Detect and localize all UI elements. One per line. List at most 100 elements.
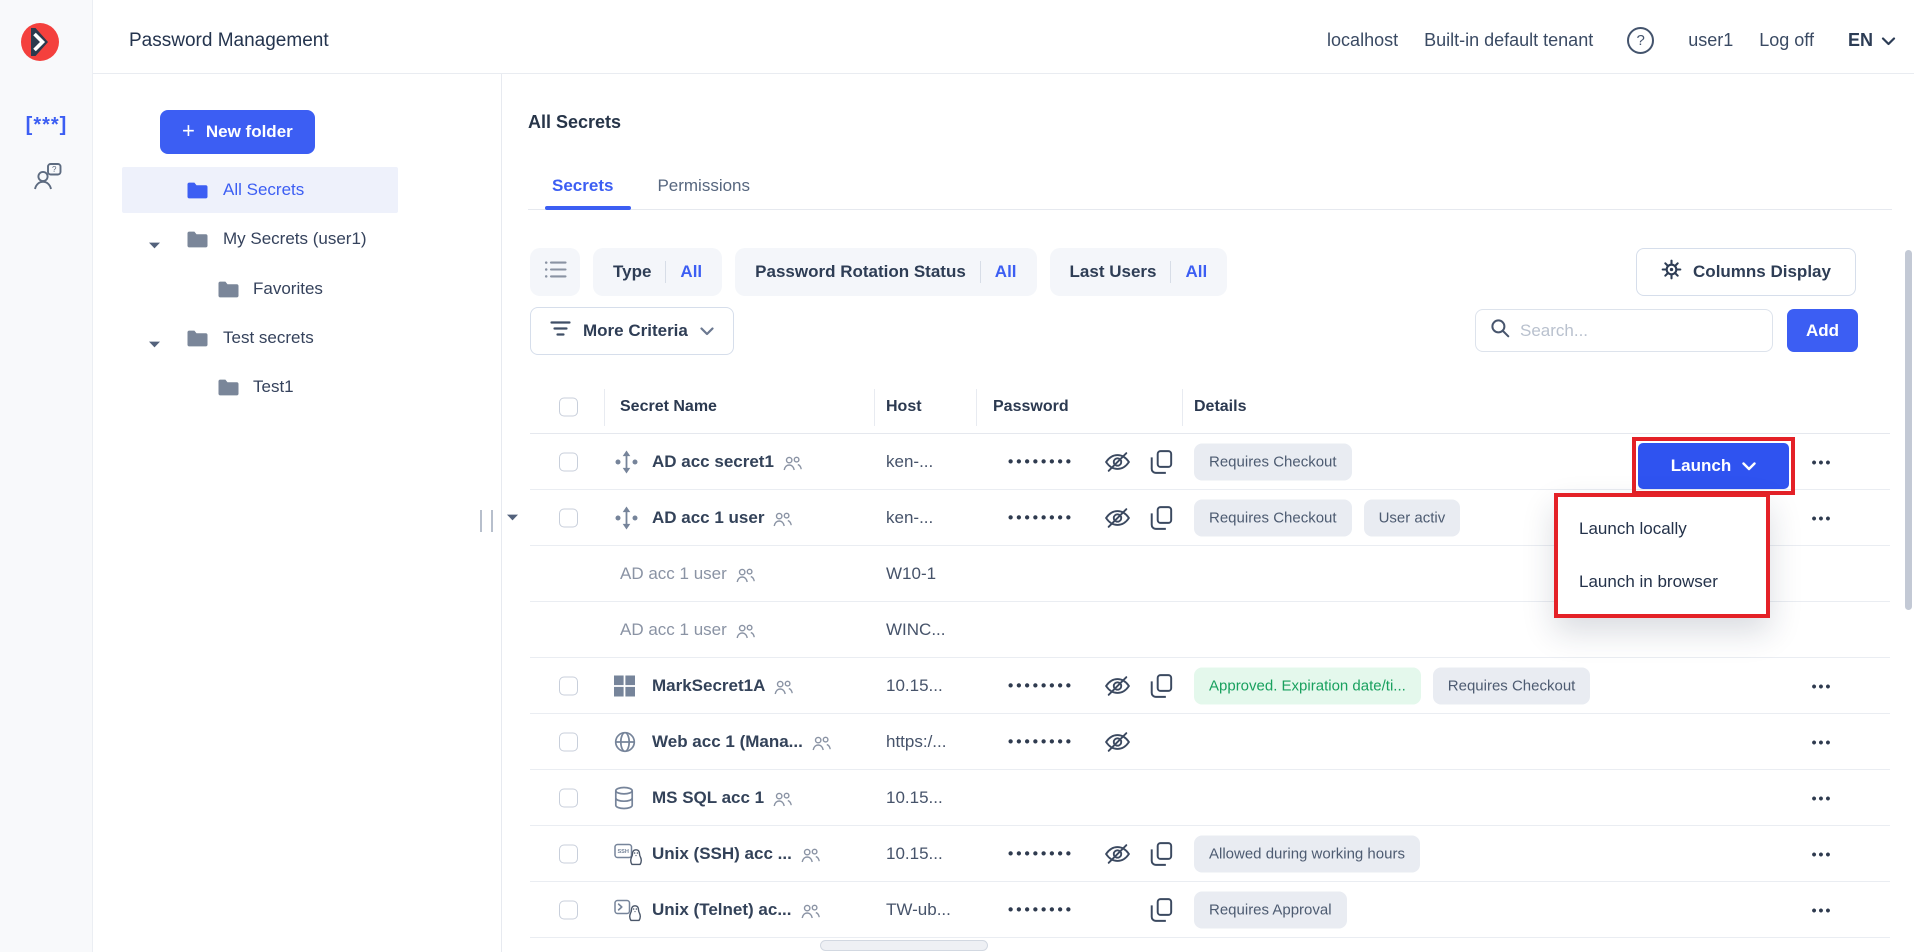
- copy-icon[interactable]: [1150, 842, 1173, 867]
- folder-label: Favorites: [253, 279, 323, 299]
- filter-chip-label: Type: [613, 262, 651, 282]
- eye-slash-icon[interactable]: [1104, 507, 1131, 530]
- column-header-host[interactable]: Host: [886, 398, 922, 416]
- add-secret-button[interactable]: Add: [1787, 309, 1858, 352]
- vertical-scrollbar-thumb[interactable]: [1905, 250, 1912, 610]
- row-expand-caret-icon[interactable]: [506, 509, 519, 527]
- eye-slash-icon[interactable]: [1104, 451, 1131, 474]
- column-divider: [976, 389, 977, 426]
- folder-item-test-secrets[interactable]: Test secrets: [122, 315, 398, 361]
- help-icon[interactable]: ?: [1627, 27, 1654, 54]
- chip-divider: [665, 261, 666, 283]
- secret-name[interactable]: Unix (Telnet) ac...: [652, 900, 792, 920]
- folder-item-test1[interactable]: Test1: [122, 364, 398, 410]
- filter-chip-value[interactable]: All: [680, 262, 702, 282]
- language-selector[interactable]: EN: [1848, 30, 1896, 51]
- row-actions-ellipsis[interactable]: •••: [1796, 734, 1848, 750]
- filter-chip-last-users[interactable]: Last Users All: [1050, 248, 1228, 296]
- shared-users-icon: [812, 736, 831, 751]
- copy-icon[interactable]: [1150, 898, 1173, 923]
- status-badge: User activ: [1364, 500, 1461, 537]
- secret-name[interactable]: MarkSecret1A: [652, 676, 765, 696]
- row-checkbox[interactable]: [559, 789, 578, 808]
- secret-name[interactable]: AD acc 1 user: [620, 564, 727, 584]
- column-header-secret-name[interactable]: Secret Name: [620, 398, 717, 416]
- copy-icon[interactable]: [1150, 674, 1173, 699]
- eye-slash-icon[interactable]: [1104, 843, 1131, 866]
- row-checkbox[interactable]: [559, 901, 578, 920]
- row-checkbox[interactable]: [559, 509, 578, 528]
- row-actions-ellipsis[interactable]: •••: [1796, 454, 1848, 470]
- password-mask: ••••••••: [1008, 846, 1074, 863]
- more-criteria-button[interactable]: More Criteria: [530, 307, 734, 355]
- host-value: https:/...: [886, 732, 946, 752]
- logoff-link[interactable]: Log off: [1759, 30, 1814, 51]
- secret-name[interactable]: MS SQL acc 1: [652, 788, 764, 808]
- column-header-password[interactable]: Password: [993, 398, 1069, 416]
- row-actions-ellipsis[interactable]: •••: [1796, 510, 1848, 526]
- horizontal-scrollbar-thumb[interactable]: [820, 940, 988, 951]
- folder-item-all-secrets[interactable]: All Secrets: [122, 167, 398, 213]
- launch-menu-item-launch-locally[interactable]: Launch locally: [1558, 502, 1766, 555]
- table-row: MS SQL acc 1 10.15... •••: [502, 770, 1890, 826]
- launch-button[interactable]: Launch: [1638, 443, 1789, 489]
- windows-icon: [614, 676, 635, 697]
- current-user[interactable]: user1: [1688, 30, 1733, 51]
- host-value: TW-ub...: [886, 900, 951, 920]
- filter-chip-type[interactable]: Type All: [593, 248, 722, 296]
- row-actions-ellipsis[interactable]: •••: [1796, 846, 1848, 862]
- select-all-checkbox[interactable]: [559, 398, 578, 417]
- row-checkbox[interactable]: [559, 733, 578, 752]
- new-folder-button[interactable]: + New folder: [160, 110, 315, 154]
- secret-name[interactable]: AD acc secret1: [652, 452, 774, 472]
- shared-users-icon: [773, 512, 792, 527]
- copy-icon[interactable]: [1150, 450, 1173, 475]
- web-icon: [614, 731, 636, 753]
- server-name: localhost: [1327, 30, 1398, 51]
- column-divider: [604, 389, 605, 426]
- launch-menu-item-launch-in-browser[interactable]: Launch in browser: [1558, 555, 1766, 608]
- caret-down-icon[interactable]: [148, 235, 161, 255]
- row-actions-ellipsis[interactable]: •••: [1796, 902, 1848, 918]
- password-vault-nav-icon[interactable]: [***]: [0, 114, 93, 137]
- list-view-toggle-button[interactable]: [530, 248, 580, 296]
- folder-item-favorites[interactable]: Favorites: [122, 266, 398, 312]
- filter-chip-value[interactable]: All: [1185, 262, 1207, 282]
- host-value: ken-...: [886, 508, 933, 528]
- status-badge: Requires Checkout: [1194, 444, 1352, 481]
- filter-chip-label: Last Users: [1070, 262, 1157, 282]
- tab-permissions[interactable]: Permissions: [657, 176, 750, 196]
- column-header-details[interactable]: Details: [1194, 398, 1246, 416]
- table-header: Secret Name Host Password Details: [530, 381, 1890, 434]
- eye-slash-icon[interactable]: [1104, 675, 1131, 698]
- status-badge: Allowed during working hours: [1194, 836, 1420, 873]
- row-actions-ellipsis[interactable]: •••: [1796, 678, 1848, 694]
- ad-icon: [614, 506, 639, 531]
- mssql-icon: [614, 787, 634, 810]
- chevron-down-icon: [700, 321, 714, 341]
- filter-chip-password-rotation-status[interactable]: Password Rotation Status All: [735, 248, 1036, 296]
- row-checkbox[interactable]: [559, 845, 578, 864]
- secret-name[interactable]: Web acc 1 (Mana...: [652, 732, 803, 752]
- tab-secrets[interactable]: Secrets: [552, 176, 613, 196]
- secret-name[interactable]: AD acc 1 user: [620, 620, 727, 640]
- list-view-icon: [544, 260, 567, 284]
- search-input[interactable]: [1520, 321, 1758, 341]
- user-inquiry-nav-icon[interactable]: ?: [0, 162, 93, 192]
- table-row: SSH Unix (SSH) acc ... 10.15... ••••••••…: [502, 826, 1890, 882]
- row-checkbox[interactable]: [559, 677, 578, 696]
- row-actions-ellipsis[interactable]: •••: [1796, 790, 1848, 806]
- column-divider: [874, 389, 875, 426]
- panel-splitter-handle[interactable]: [480, 510, 493, 532]
- copy-icon[interactable]: [1150, 506, 1173, 531]
- launch-annotation-box: Launch: [1632, 437, 1795, 495]
- caret-down-icon[interactable]: [148, 334, 161, 354]
- row-checkbox[interactable]: [559, 453, 578, 472]
- secret-name[interactable]: Unix (SSH) acc ...: [652, 844, 792, 864]
- columns-display-button[interactable]: Columns Display: [1636, 248, 1856, 296]
- filter-chip-value[interactable]: All: [995, 262, 1017, 282]
- secret-name[interactable]: AD acc 1 user: [652, 508, 764, 528]
- folder-icon: [186, 230, 209, 249]
- eye-slash-icon[interactable]: [1104, 731, 1131, 754]
- folder-item-my-secrets-user1[interactable]: My Secrets (user1): [122, 216, 398, 262]
